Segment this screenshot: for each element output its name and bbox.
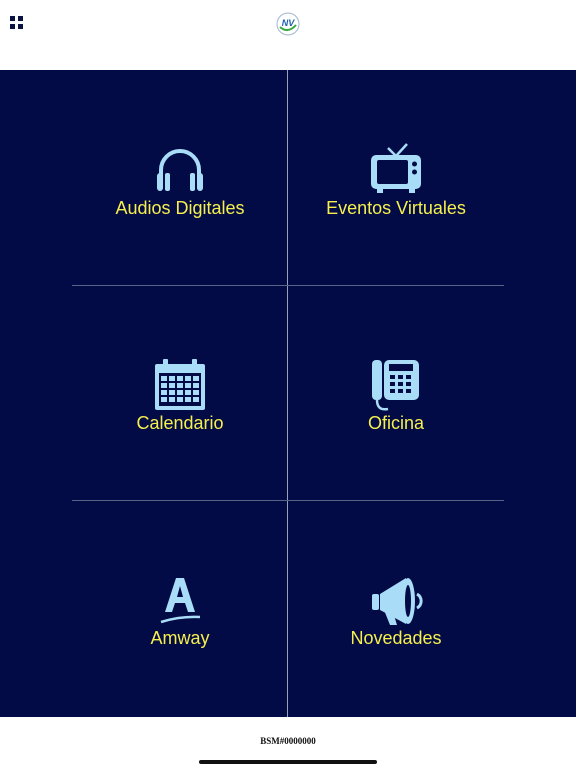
nv-logo-icon: NV <box>276 12 300 36</box>
megaphone-icon <box>372 578 423 625</box>
tile-audios-digitales[interactable]: Audios Digitales <box>72 70 288 285</box>
amway-icon <box>160 578 201 624</box>
tile-label: Audios Digitales <box>115 198 245 218</box>
tile-label: Novedades <box>350 628 442 648</box>
logo-text: NV <box>282 18 295 28</box>
tile-amway[interactable]: Amway <box>72 500 288 715</box>
headphones-icon <box>157 149 203 191</box>
tile-label: Calendario <box>136 413 224 433</box>
app-footer: BSM#0000000 <box>0 717 576 768</box>
calendar-icon <box>155 359 205 410</box>
tile-novedades[interactable]: Novedades <box>288 500 504 715</box>
app-header: NV <box>0 0 576 70</box>
device-code: BSM#0000000 <box>260 736 316 746</box>
tile-label: Amway <box>150 628 210 648</box>
tile-eventos-virtuales[interactable]: Eventos Virtuales <box>288 70 504 285</box>
office-phone-icon <box>372 360 419 411</box>
tile-label: Eventos Virtuales <box>326 198 466 218</box>
tv-icon <box>371 143 421 193</box>
tile-oficina[interactable]: Oficina <box>288 285 504 500</box>
tile-calendario[interactable]: Calendario <box>72 285 288 500</box>
home-indicator[interactable] <box>199 760 377 764</box>
tile-label: Oficina <box>367 413 425 433</box>
grid-menu-icon[interactable] <box>10 16 24 30</box>
menu-grid: Audios Digitales Eventos Virtuales Calen… <box>0 70 576 717</box>
